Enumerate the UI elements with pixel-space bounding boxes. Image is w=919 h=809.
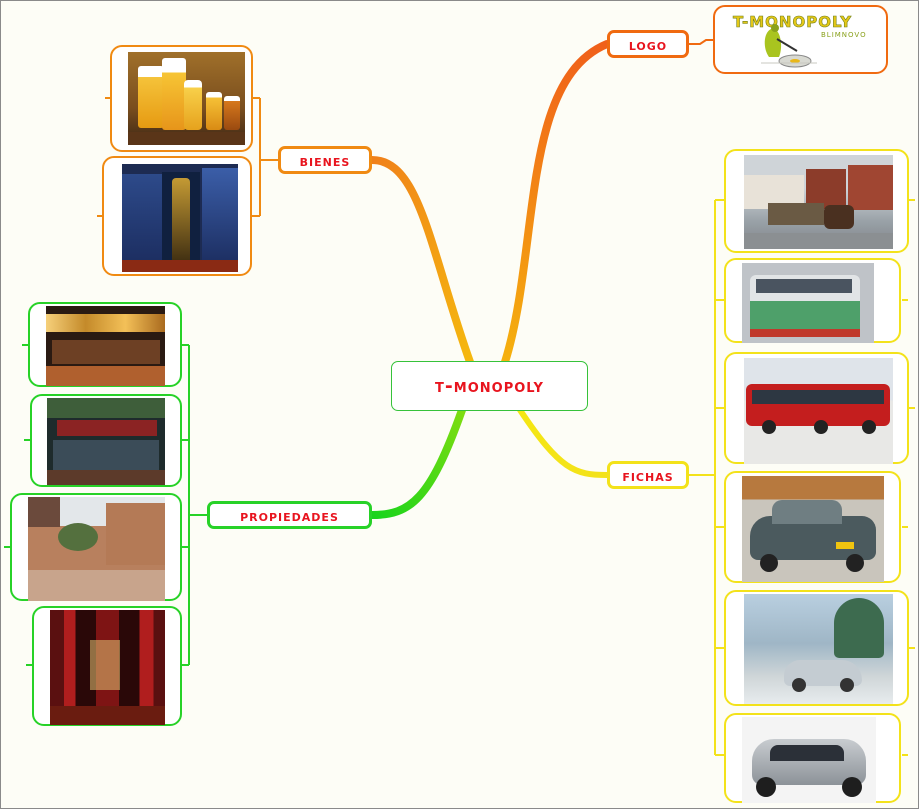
branch-bienes[interactable]: Bienes bbox=[278, 146, 372, 174]
branch-logo-label: LOGO bbox=[628, 34, 668, 54]
central-topic-label: T-MONOPOLY bbox=[435, 375, 544, 397]
bienes-item-beer[interactable] bbox=[110, 45, 253, 152]
branch-curve-propiedades bbox=[368, 406, 466, 519]
logo-subtitle: BLIMNOVO bbox=[821, 31, 867, 39]
branch-propiedades-label: Propiedades bbox=[240, 505, 339, 525]
red-restaurant-photo bbox=[50, 610, 165, 725]
propiedad-plaza[interactable] bbox=[10, 493, 182, 601]
articulated-bus-photo bbox=[744, 358, 893, 464]
ficha-horse-cart[interactable] bbox=[724, 149, 909, 253]
bar-interior-photo bbox=[46, 306, 165, 386]
pub-facade-photo bbox=[47, 398, 165, 485]
ficha-car-hatchback[interactable] bbox=[724, 471, 901, 583]
beer-glasses-photo bbox=[128, 52, 245, 145]
buseta-photo bbox=[742, 263, 874, 343]
dj-figure-icon bbox=[761, 24, 817, 68]
central-topic[interactable]: T-MONOPOLY bbox=[391, 361, 588, 411]
branch-curve-fichas bbox=[517, 407, 610, 478]
branch-fichas-label: Fichas bbox=[622, 465, 674, 485]
ficha-buseta[interactable] bbox=[724, 258, 901, 343]
whisky-bottle-photo bbox=[122, 164, 238, 272]
ficha-transmilenio[interactable] bbox=[724, 352, 909, 464]
propiedad-red-restaurant[interactable] bbox=[32, 606, 182, 726]
ficha-suv[interactable] bbox=[724, 713, 901, 803]
branch-fichas[interactable]: Fichas bbox=[607, 461, 689, 489]
horse-cart-photo bbox=[744, 155, 893, 249]
bienes-item-whisky[interactable] bbox=[102, 156, 252, 276]
branch-curve-bienes bbox=[368, 156, 474, 366]
ficha-car-sedan[interactable] bbox=[724, 590, 909, 706]
branch-logo[interactable]: LOGO bbox=[607, 30, 689, 58]
plaza-photo bbox=[28, 497, 165, 601]
logo-image-card[interactable]: T-MONOPOLY BLIMNOVO bbox=[713, 5, 888, 74]
propiedad-bar-interior[interactable] bbox=[28, 302, 182, 387]
propiedad-pub-facade[interactable] bbox=[30, 394, 182, 487]
suv-photo bbox=[742, 717, 876, 803]
branch-propiedades[interactable]: Propiedades bbox=[207, 501, 372, 529]
branch-curve-logo bbox=[501, 40, 611, 366]
hatchback-photo bbox=[742, 476, 884, 582]
sedan-photo bbox=[744, 594, 893, 704]
branch-bienes-label: Bienes bbox=[299, 150, 351, 170]
